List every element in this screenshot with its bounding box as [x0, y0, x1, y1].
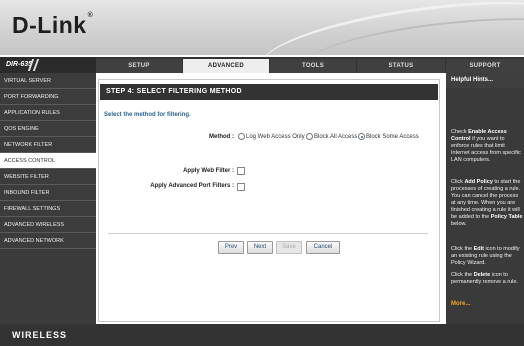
- sidebar-item-qos-engine[interactable]: QOS ENGINE: [0, 121, 96, 137]
- cancel-button[interactable]: Cancel: [306, 241, 340, 254]
- dlink-logo: D-Link®: [12, 12, 93, 39]
- sidebar-item-label: APPLICATION RULES: [4, 110, 60, 116]
- top-nav: DIR-635 SETUP ADVANCED TOOLS STATUS SUPP…: [0, 57, 524, 73]
- hint-text: Click the: [451, 246, 474, 252]
- method-option-block-some[interactable]: Block Some Access: [358, 133, 419, 140]
- helpful-hints-panel: Helpful Hints... Check Enable Access Con…: [446, 73, 524, 324]
- hint-delete: Click the Delete icon to permanently rem…: [451, 272, 524, 286]
- sidebar-item-label: ADVANCED NETWORK: [4, 238, 64, 244]
- save-button[interactable]: Save: [276, 241, 302, 254]
- sidebar-item-label: WEBSITE FILTER: [4, 174, 49, 180]
- divider: [108, 233, 428, 234]
- hints-title: Helpful Hints...: [446, 73, 524, 88]
- tab-advanced-label: ADVANCED: [208, 63, 244, 69]
- radio-block-all[interactable]: [306, 133, 313, 140]
- radio-log-web-access[interactable]: [238, 133, 245, 140]
- tab-status-label: STATUS: [388, 63, 414, 69]
- instruction-text: Select the method for filtering.: [104, 112, 191, 118]
- tab-support[interactable]: SUPPORT: [446, 59, 524, 73]
- next-button[interactable]: Next: [247, 241, 273, 254]
- hint-add-policy: Click Add Policy to start the processes …: [451, 179, 524, 228]
- footer-bar: WIRELESS: [0, 324, 524, 346]
- sidebar-item-access-control[interactable]: ACCESS CONTROL: [0, 153, 96, 169]
- sidebar-item-advanced-network[interactable]: ADVANCED NETWORK: [0, 233, 96, 249]
- tab-tools-label: TOOLS: [301, 63, 325, 69]
- sidebar-item-label: ADVANCED WIRELESS: [4, 222, 65, 228]
- sidebar-item-website-filter[interactable]: WEBSITE FILTER: [0, 169, 96, 185]
- port-filter-checkbox[interactable]: [237, 183, 245, 191]
- sidebar-item-inbound-filter[interactable]: INBOUND FILTER: [0, 185, 96, 201]
- hint-bold-text: Add Policy: [464, 179, 493, 185]
- hint-bold-text: Policy Table: [490, 214, 523, 220]
- method-option-log-web-access[interactable]: Log Web Access Only: [238, 133, 305, 140]
- sidebar-item-label: PORT FORWARDING: [4, 94, 59, 100]
- method-option-block-all[interactable]: Block All Access: [306, 133, 357, 140]
- sidebar-item-application-rules[interactable]: APPLICATION RULES: [0, 105, 96, 121]
- sidebar-item-advanced-wireless[interactable]: ADVANCED WIRELESS: [0, 217, 96, 233]
- port-filter-label: Apply Advanced Port Filters :: [150, 183, 234, 189]
- sidebar-item-label: ACCESS CONTROL: [4, 158, 56, 164]
- hint-text: Check: [451, 129, 469, 135]
- tab-setup-label: SETUP: [128, 63, 150, 69]
- radio-block-some[interactable]: [358, 133, 365, 140]
- logo-text: D-Link: [12, 12, 87, 38]
- tab-advanced[interactable]: ADVANCED: [183, 59, 269, 73]
- sidebar-item-port-forwarding[interactable]: PORT FORWARDING: [0, 89, 96, 105]
- sidebar: VIRTUAL SERVER PORT FORWARDING APPLICATI…: [0, 73, 96, 324]
- sidebar-item-virtual-server[interactable]: VIRTUAL SERVER: [0, 73, 96, 89]
- tab-tools[interactable]: TOOLS: [270, 59, 356, 73]
- model-badge: DIR-635: [0, 57, 96, 73]
- header-banner: D-Link®: [0, 0, 524, 55]
- sidebar-item-label: FIREWALL SETTINGS: [4, 206, 61, 212]
- more-link[interactable]: More...: [451, 301, 470, 307]
- method-option-label: Log Web Access Only: [246, 134, 305, 141]
- tab-setup[interactable]: SETUP: [96, 59, 182, 73]
- sidebar-item-label: VIRTUAL SERVER: [4, 78, 51, 84]
- hint-text: below.: [451, 221, 467, 227]
- prev-button[interactable]: Prev: [218, 241, 244, 254]
- main-content: STEP 4: SELECT FILTERING METHOD Select t…: [96, 73, 446, 324]
- web-filter-label: Apply Web Filter :: [183, 168, 234, 174]
- tab-support-label: SUPPORT: [469, 63, 501, 69]
- sidebar-item-firewall-settings[interactable]: FIREWALL SETTINGS: [0, 201, 96, 217]
- hint-text: Click: [451, 179, 465, 185]
- sidebar-item-label: NETWORK FILTER: [4, 142, 53, 148]
- method-option-label: Block Some Access: [366, 134, 419, 141]
- hint-bold-text: Delete: [473, 272, 491, 278]
- web-filter-checkbox[interactable]: [237, 167, 245, 175]
- logo-registered-mark: ®: [87, 12, 94, 19]
- sidebar-item-label: INBOUND FILTER: [4, 190, 50, 196]
- hint-bold-text: Edit: [473, 246, 485, 252]
- method-option-label: Block All Access: [314, 134, 358, 141]
- step-title: STEP 4: SELECT FILTERING METHOD: [100, 84, 438, 100]
- hint-edit: Click the Edit icon to modify an existin…: [451, 246, 524, 267]
- sidebar-item-network-filter[interactable]: NETWORK FILTER: [0, 137, 96, 153]
- footer-label: WIRELESS: [12, 330, 68, 340]
- hint-enable-access-control: Check Enable Access Control if you want …: [451, 129, 524, 164]
- tab-status[interactable]: STATUS: [357, 59, 445, 73]
- sidebar-item-label: QOS ENGINE: [4, 126, 39, 132]
- method-label: Method :: [209, 134, 234, 140]
- model-bars-icon: [27, 59, 53, 71]
- hint-text: Click the: [451, 272, 474, 278]
